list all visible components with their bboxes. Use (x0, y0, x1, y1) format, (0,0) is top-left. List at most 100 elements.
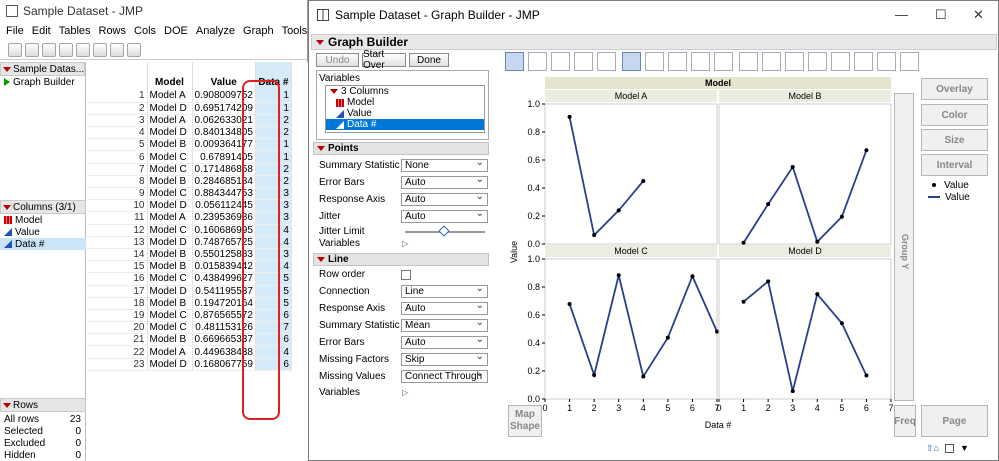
data-point[interactable] (616, 208, 621, 213)
table-icon[interactable] (93, 42, 107, 57)
histogram-element-icon[interactable] (714, 52, 733, 71)
data-point[interactable] (790, 389, 795, 394)
interval-drop-zone[interactable]: Interval (921, 154, 988, 176)
model-cell[interactable]: Model C (147, 321, 193, 335)
menu-item-doe[interactable]: DOE (164, 25, 188, 37)
row-number-cell[interactable]: 7 (87, 163, 148, 176)
option-select-summary-statistic[interactable]: None (401, 157, 488, 172)
model-cell[interactable]: Model C (147, 272, 193, 286)
data-point[interactable] (790, 165, 795, 169)
menu-item-tables[interactable]: Tables (59, 25, 91, 37)
jitter-limit-slider-handle[interactable] (438, 225, 450, 237)
row-number-cell[interactable]: 20 (87, 321, 148, 335)
variable-item-value[interactable]: Value (326, 108, 484, 119)
variable-item-data[interactable]: Data # (326, 119, 484, 130)
pen-icon[interactable] (127, 42, 141, 57)
menu-item-edit[interactable]: Edit (32, 25, 51, 37)
model-cell[interactable]: Model D (147, 199, 193, 213)
row-number-cell[interactable]: 6 (87, 150, 148, 164)
menu-item-analyze[interactable]: Analyze (196, 25, 235, 37)
model-cell[interactable]: Model C (147, 187, 193, 201)
data-point[interactable] (741, 240, 746, 245)
menu-item-rows[interactable]: Rows (99, 25, 127, 37)
row-number-cell[interactable]: 23 (87, 358, 148, 371)
dropdown-arrow-icon[interactable]: ▼ (960, 443, 969, 453)
model-cell[interactable]: Model D (147, 236, 193, 249)
column-header-model[interactable]: Model (147, 62, 193, 90)
parallel-element-icon[interactable] (900, 52, 919, 71)
graph-builder-header[interactable]: Graph Builder (311, 34, 997, 50)
smoother-element-icon[interactable] (528, 52, 547, 71)
data-point[interactable] (690, 274, 695, 279)
row-number-cell[interactable]: 9 (87, 187, 148, 201)
option-select-connection[interactable]: Line (401, 283, 488, 298)
data-point[interactable] (592, 373, 597, 378)
formula-element-icon[interactable] (854, 52, 873, 71)
overlay-drop-zone[interactable]: Overlay (921, 78, 988, 100)
start-over-button[interactable]: Start Over (362, 49, 406, 71)
data-point[interactable] (741, 299, 746, 304)
option-select-response-axis[interactable]: Auto (401, 300, 488, 315)
data-point[interactable] (815, 239, 820, 244)
data-point[interactable] (641, 374, 646, 379)
points-variables-label[interactable]: Variables (319, 236, 360, 251)
red-triangle-icon[interactable] (316, 39, 324, 45)
column-item-data[interactable]: Data # (0, 238, 86, 250)
model-cell[interactable]: Model B (147, 260, 193, 274)
model-cell[interactable]: Model D (147, 102, 193, 115)
maximize-icon[interactable]: ☐ (935, 7, 947, 23)
points-element-icon[interactable] (505, 52, 524, 71)
data-point[interactable] (766, 279, 771, 284)
area-element-icon[interactable] (668, 52, 687, 71)
data-point[interactable] (665, 335, 670, 340)
line-of-fit-element-icon[interactable] (551, 52, 570, 71)
group-y-drop-zone[interactable]: Group Y (894, 93, 914, 401)
row-number-cell[interactable]: 16 (87, 272, 148, 286)
data-point[interactable] (715, 329, 719, 334)
data-point[interactable] (766, 202, 771, 207)
minimize-icon[interactable]: — (895, 7, 908, 22)
caption-box-element-icon[interactable] (831, 52, 850, 71)
graph-icon[interactable] (110, 42, 124, 57)
mosaic-element-icon[interactable] (808, 52, 827, 71)
line-section-header[interactable]: Line (313, 253, 489, 266)
option-select-jitter[interactable]: Auto (401, 208, 488, 223)
columns-count[interactable]: 3 Columns (326, 86, 484, 97)
row-number-cell[interactable]: 8 (87, 175, 148, 189)
menu-item-cols[interactable]: Cols (134, 25, 156, 37)
variable-item-model[interactable]: Model (326, 97, 484, 108)
data-point[interactable] (567, 114, 572, 119)
data-point[interactable] (864, 148, 869, 153)
row-number-cell[interactable]: 15 (87, 260, 148, 274)
size-drop-zone[interactable]: Size (921, 129, 988, 151)
legend[interactable]: Value Value (927, 179, 970, 203)
row-number-cell[interactable]: 1 (87, 90, 148, 103)
freq-drop-zone[interactable]: Freq (894, 405, 916, 437)
row-number-cell[interactable]: 5 (87, 138, 148, 152)
line-element-icon[interactable] (622, 52, 641, 71)
row-number-cell[interactable]: 18 (87, 297, 148, 310)
paste-icon[interactable] (76, 42, 90, 57)
model-cell[interactable]: Model D (147, 126, 193, 140)
plot-frame[interactable] (718, 258, 892, 400)
red-triangle-icon[interactable] (3, 402, 11, 408)
row-state-selected[interactable]: Selected 0 (0, 425, 86, 437)
cut-icon[interactable] (42, 42, 56, 57)
row-number-cell[interactable]: 17 (87, 285, 148, 298)
legend-item-line[interactable]: Value (927, 191, 970, 203)
graph-area[interactable]: Model Model A 0.0 0.2 0.4 0.6 0.8 1.0 Model B Mod… (507, 76, 899, 434)
column-item-model[interactable]: Model (0, 214, 86, 226)
row-number-cell[interactable]: 2 (87, 102, 148, 115)
contour-element-icon[interactable] (597, 52, 616, 71)
row-header-corner[interactable] (87, 62, 148, 90)
row-state-hidden[interactable]: Hidden 0 (0, 449, 86, 461)
option-select-missing-values[interactable]: Connect Through (401, 368, 488, 383)
row-number-cell[interactable]: 13 (87, 236, 148, 249)
model-cell[interactable]: Model C (147, 163, 193, 176)
option-select-error-bars[interactable]: Auto (401, 334, 488, 349)
data-point[interactable] (641, 179, 646, 183)
map-shapes-element-icon[interactable] (877, 52, 896, 71)
variables-list[interactable]: 3 Columns Model Value Data # (325, 85, 485, 133)
legend-item-points[interactable]: Value (927, 179, 970, 191)
color-drop-zone[interactable]: Color (921, 104, 988, 126)
